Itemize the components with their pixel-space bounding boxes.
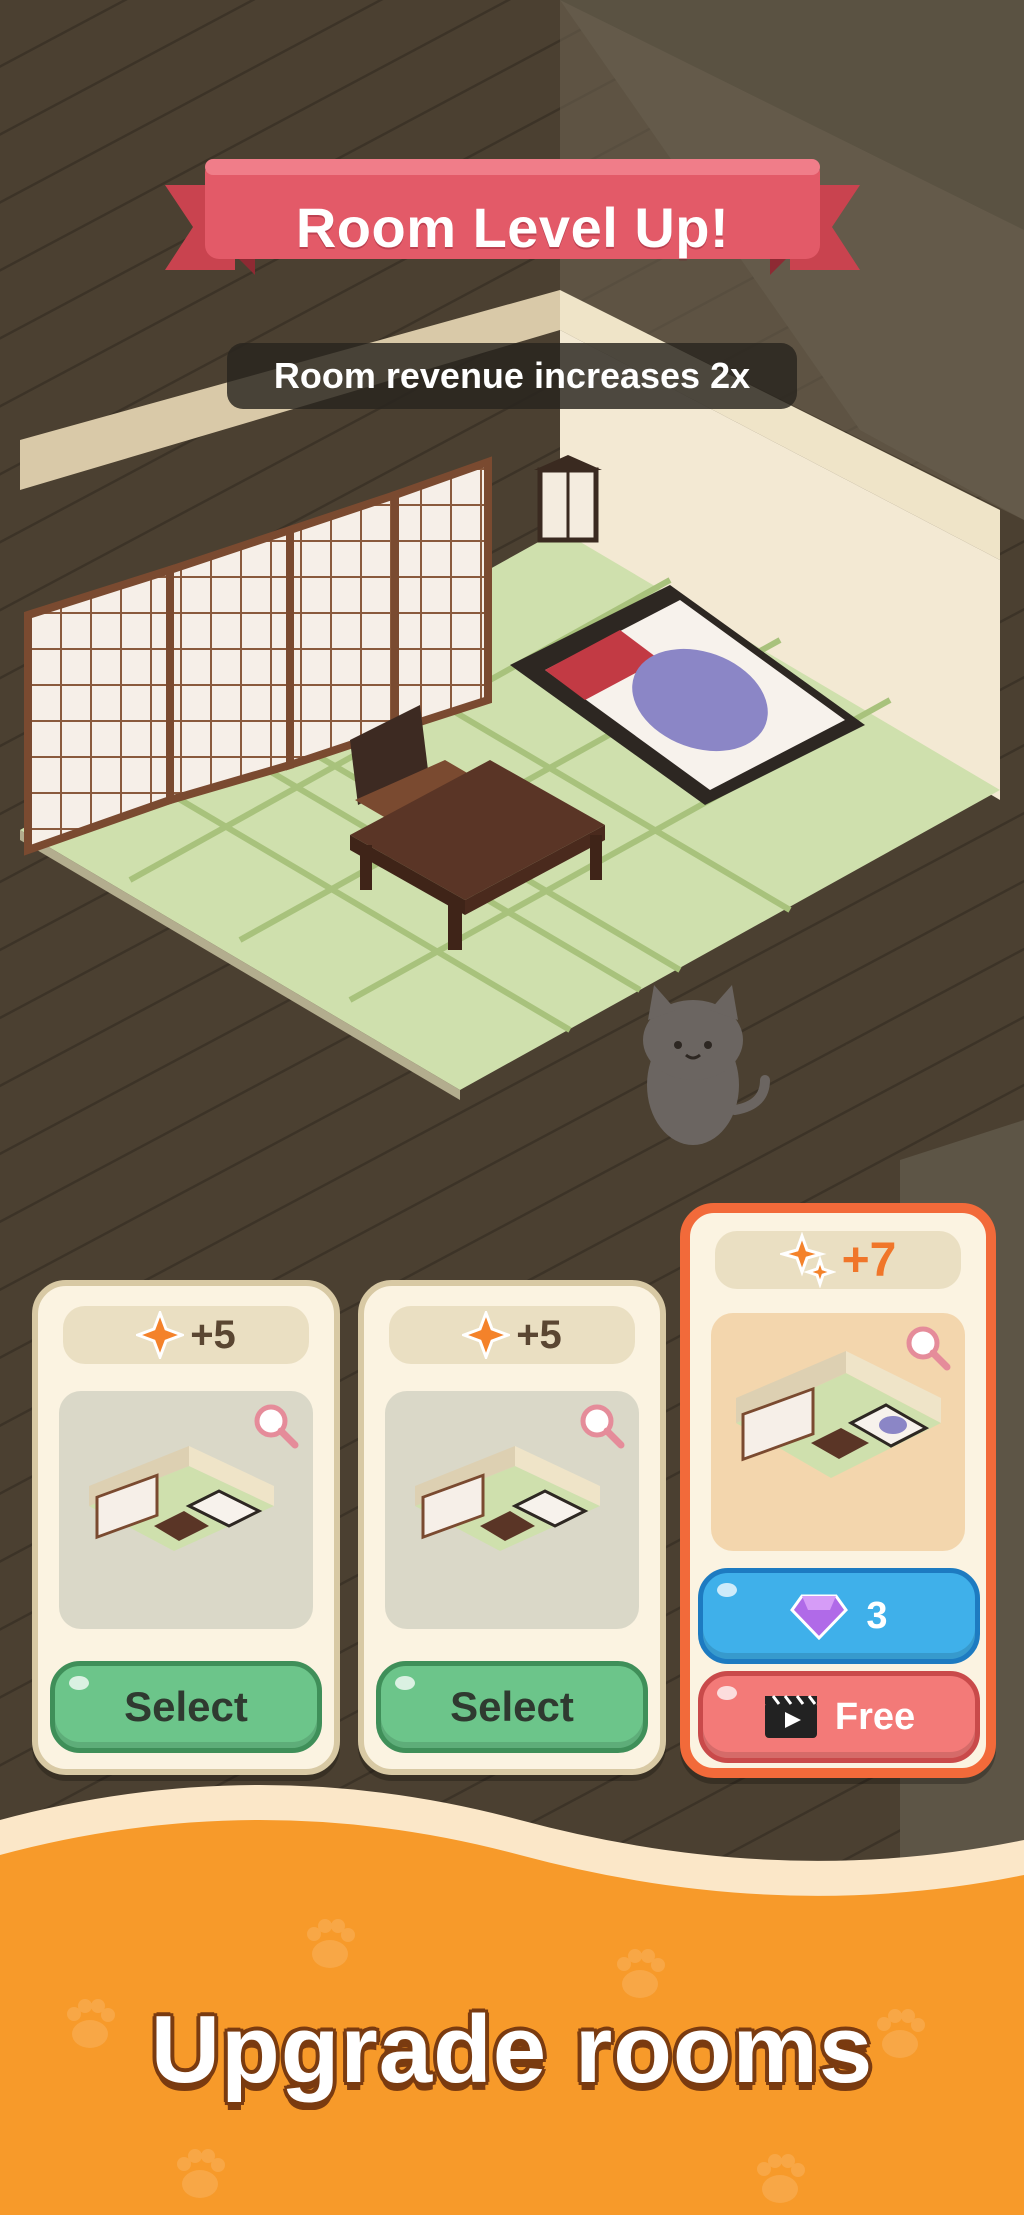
reward-value: +5 <box>516 1312 562 1357</box>
banner-title: Room Level Up! <box>295 196 730 259</box>
watch-ad-free-button[interactable]: Free <box>698 1671 980 1763</box>
select-button[interactable]: Select <box>50 1661 322 1753</box>
magnifier-icon[interactable] <box>249 1399 303 1453</box>
gem-cost: 3 <box>866 1594 888 1637</box>
gloss <box>395 1676 415 1690</box>
room-option-card-1: +5 Select <box>32 1280 340 1775</box>
lantern <box>534 455 602 543</box>
room-preview <box>711 1313 965 1551</box>
reward-pill: +5 <box>63 1306 309 1364</box>
sparkle-icon <box>136 1311 185 1359</box>
video-ad-icon <box>764 1695 817 1738</box>
gloss <box>69 1676 89 1690</box>
gem-purchase-button[interactable]: 3 <box>698 1568 980 1664</box>
revenue-subtitle: Room revenue increases 2x <box>227 343 797 409</box>
magnifier-icon[interactable] <box>901 1321 955 1375</box>
room-option-card-2: +5 Select <box>358 1280 666 1775</box>
reward-value: +5 <box>190 1312 236 1357</box>
reward-pill: +7 <box>715 1231 961 1289</box>
reward-value: +7 <box>841 1233 897 1287</box>
room-preview <box>59 1391 313 1629</box>
select-button-label: Select <box>450 1683 574 1730</box>
sparkle-icon <box>779 1232 836 1288</box>
free-label: Free <box>834 1695 916 1738</box>
sparkle-icon <box>462 1311 511 1359</box>
magnifier-icon[interactable] <box>575 1399 629 1453</box>
room-option-card-premium: +7 3 Free <box>680 1203 996 1778</box>
gloss <box>717 1583 737 1597</box>
gloss <box>717 1686 737 1700</box>
reward-pill: +5 <box>389 1306 635 1364</box>
gem-icon <box>790 1594 849 1640</box>
room-preview <box>385 1391 639 1629</box>
select-button[interactable]: Select <box>376 1661 648 1753</box>
level-up-banner: Room Level Up! <box>165 155 860 280</box>
select-button-label: Select <box>124 1683 248 1730</box>
footer-tagline: Upgrade rooms <box>150 1996 874 2103</box>
